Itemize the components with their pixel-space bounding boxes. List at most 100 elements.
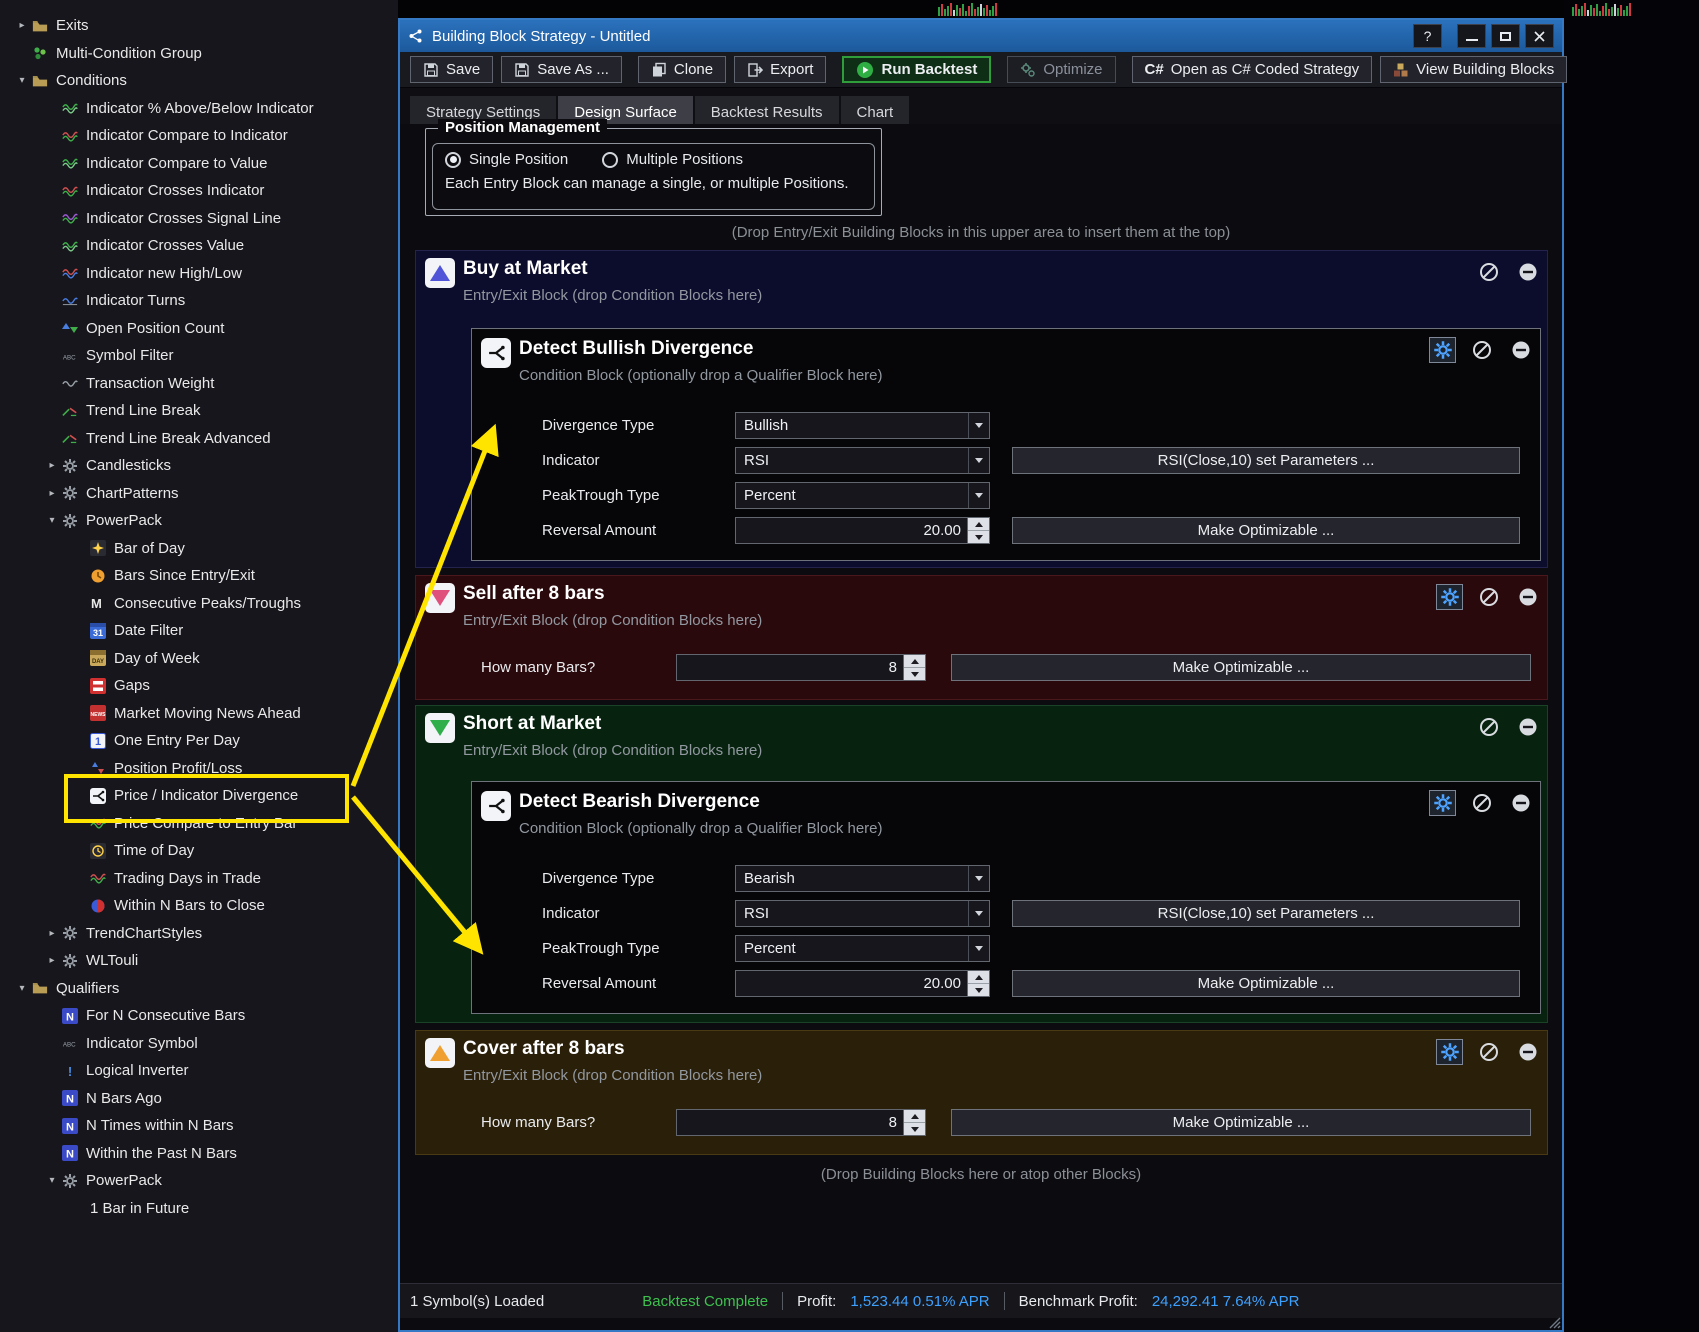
resize-grip[interactable] xyxy=(1548,1316,1561,1329)
spinner[interactable] xyxy=(967,971,989,996)
settings-gear-button[interactable] xyxy=(1436,1039,1463,1065)
remove-condition-button[interactable] xyxy=(1507,790,1534,816)
collapse-arrow-icon[interactable]: ▾ xyxy=(44,515,60,526)
make-optimizable-button[interactable]: Make Optimizable ... xyxy=(951,654,1531,681)
spinner-down-icon[interactable] xyxy=(904,668,925,680)
spinner[interactable] xyxy=(903,655,925,680)
expand-arrow-icon[interactable]: ▸ xyxy=(44,460,60,471)
peaktrough-type-select[interactable]: Percent xyxy=(735,482,990,509)
condition-block-detect-bullish-divergence[interactable]: Detect Bullish Divergence Condition Bloc… xyxy=(471,328,1541,561)
make-optimizable-button[interactable]: Make Optimizable ... xyxy=(951,1109,1531,1136)
tree-item-powerpack[interactable]: ▾PowerPack xyxy=(0,1167,398,1195)
collapse-arrow-icon[interactable]: ▾ xyxy=(14,75,30,86)
spinner-down-icon[interactable] xyxy=(904,1123,925,1135)
spinner-up-icon[interactable] xyxy=(968,971,989,984)
help-button[interactable]: ? xyxy=(1413,24,1442,48)
set-parameters-button[interactable]: RSI(Close,10) set Parameters ... xyxy=(1012,447,1520,474)
divergence-type-select[interactable]: Bullish xyxy=(735,412,990,439)
tree-item-qualifiers[interactable]: ▾Qualifiers xyxy=(0,975,398,1003)
tree-item-day-of-week[interactable]: DAYDay of Week xyxy=(0,645,398,673)
tree-item-wltouli[interactable]: ▸WLTouli xyxy=(0,947,398,975)
settings-gear-button[interactable] xyxy=(1436,584,1463,610)
tree-item-indicator-above-below-indicator[interactable]: Indicator % Above/Below Indicator xyxy=(0,95,398,123)
tree-item-trend-line-break-advanced[interactable]: Trend Line Break Advanced xyxy=(0,425,398,453)
tree-item-1-bar-in-future[interactable]: 1 Bar in Future xyxy=(0,1195,398,1223)
expand-arrow-icon[interactable]: ▸ xyxy=(44,928,60,939)
make-optimizable-button[interactable]: Make Optimizable ... xyxy=(1012,970,1520,997)
spinner[interactable] xyxy=(903,1110,925,1135)
tree-item-symbol-filter[interactable]: ABCSymbol Filter xyxy=(0,342,398,370)
window-titlebar[interactable]: Building Block Strategy - Untitled ? xyxy=(400,20,1562,52)
exit-block-sell-after-8-bars[interactable]: Sell after 8 bars Entry/Exit Block (drop… xyxy=(415,575,1548,700)
multiple-positions-radio[interactable] xyxy=(602,152,618,168)
spinner-up-icon[interactable] xyxy=(968,518,989,531)
reversal-amount-input[interactable]: 20.00 xyxy=(735,970,990,997)
single-position-radio[interactable] xyxy=(445,152,461,168)
save-button[interactable]: Save xyxy=(410,56,493,83)
tree-item-gaps[interactable]: Gaps xyxy=(0,672,398,700)
tree-item-candlesticks[interactable]: ▸Candlesticks xyxy=(0,452,398,480)
tree-item-indicator-new-high-low[interactable]: Indicator new High/Low xyxy=(0,260,398,288)
tree-item-indicator-turns[interactable]: Indicator Turns xyxy=(0,287,398,315)
open-csharp-button[interactable]: C# Open as C# Coded Strategy xyxy=(1132,56,1373,83)
remove-condition-button[interactable] xyxy=(1507,337,1534,363)
expand-arrow-icon[interactable]: ▸ xyxy=(14,20,30,31)
tree-item-price-compare-to-entry-bar[interactable]: Price Compare to Entry Bar xyxy=(0,810,398,838)
tree-item-indicator-crosses-signal-line[interactable]: Indicator Crosses Signal Line xyxy=(0,205,398,233)
expand-arrow-icon[interactable]: ▸ xyxy=(44,955,60,966)
reversal-amount-input[interactable]: 20.00 xyxy=(735,517,990,544)
entry-block-buy-at-market[interactable]: Buy at Market Entry/Exit Block (drop Con… xyxy=(415,250,1548,568)
spinner-up-icon[interactable] xyxy=(904,655,925,668)
bars-count-input[interactable]: 8 xyxy=(676,654,926,681)
tree-item-price-indicator-divergence[interactable]: Price / Indicator Divergence xyxy=(0,782,398,810)
remove-block-button[interactable] xyxy=(1514,714,1541,740)
spinner[interactable] xyxy=(967,518,989,543)
tree-item-powerpack[interactable]: ▾PowerPack xyxy=(0,507,398,535)
settings-gear-button[interactable] xyxy=(1429,790,1456,816)
entry-block-short-at-market[interactable]: Short at Market Entry/Exit Block (drop C… xyxy=(415,705,1548,1023)
tree-item-for-n-consecutive-bars[interactable]: NFor N Consecutive Bars xyxy=(0,1002,398,1030)
tree-item-indicator-crosses-indicator[interactable]: Indicator Crosses Indicator xyxy=(0,177,398,205)
remove-block-button[interactable] xyxy=(1514,259,1541,285)
tree-item-multi-condition-group[interactable]: Multi-Condition Group xyxy=(0,40,398,68)
spinner-down-icon[interactable] xyxy=(968,984,989,996)
tree-item-within-n-bars-to-close[interactable]: Within N Bars to Close xyxy=(0,892,398,920)
disable-block-button[interactable] xyxy=(1475,584,1502,610)
disable-block-button[interactable] xyxy=(1475,259,1502,285)
tree-item-date-filter[interactable]: 31Date Filter xyxy=(0,617,398,645)
tree-item-transaction-weight[interactable]: Transaction Weight xyxy=(0,370,398,398)
tree-item-bars-since-entry-exit[interactable]: Bars Since Entry/Exit xyxy=(0,562,398,590)
make-optimizable-button[interactable]: Make Optimizable ... xyxy=(1012,517,1520,544)
tree-item-trading-days-in-trade[interactable]: Trading Days in Trade xyxy=(0,865,398,893)
tree-item-trendchartstyles[interactable]: ▸TrendChartStyles xyxy=(0,920,398,948)
minimize-button[interactable] xyxy=(1457,24,1486,48)
export-button[interactable]: Export xyxy=(734,56,826,83)
condition-block-detect-bearish-divergence[interactable]: Detect Bearish Divergence Condition Bloc… xyxy=(471,781,1541,1014)
expand-arrow-icon[interactable]: ▸ xyxy=(44,488,60,499)
set-parameters-button[interactable]: RSI(Close,10) set Parameters ... xyxy=(1012,900,1520,927)
optimize-button[interactable]: Optimize xyxy=(1007,56,1115,83)
indicator-select[interactable]: RSI xyxy=(735,447,990,474)
tree-item-logical-inverter[interactable]: !Logical Inverter xyxy=(0,1057,398,1085)
tree-item-conditions[interactable]: ▾Conditions xyxy=(0,67,398,95)
tree-item-n-times-within-n-bars[interactable]: NN Times within N Bars xyxy=(0,1112,398,1140)
settings-gear-button[interactable] xyxy=(1429,337,1456,363)
disable-condition-button[interactable] xyxy=(1468,337,1495,363)
tree-item-trend-line-break[interactable]: Trend Line Break xyxy=(0,397,398,425)
spinner-up-icon[interactable] xyxy=(904,1110,925,1123)
maximize-button[interactable] xyxy=(1491,24,1520,48)
disable-condition-button[interactable] xyxy=(1468,790,1495,816)
tree-item-market-moving-news-ahead[interactable]: NEWSMarket Moving News Ahead xyxy=(0,700,398,728)
tree-item-consecutive-peaks-troughs[interactable]: MConsecutive Peaks/Troughs xyxy=(0,590,398,618)
divergence-type-select[interactable]: Bearish xyxy=(735,865,990,892)
tree-item-chartpatterns[interactable]: ▸ChartPatterns xyxy=(0,480,398,508)
clone-button[interactable]: Clone xyxy=(638,56,726,83)
spinner-down-icon[interactable] xyxy=(968,531,989,543)
tree-item-indicator-compare-to-indicator[interactable]: Indicator Compare to Indicator xyxy=(0,122,398,150)
collapse-arrow-icon[interactable]: ▾ xyxy=(14,983,30,994)
collapse-arrow-icon[interactable]: ▾ xyxy=(44,1175,60,1186)
tree-item-open-position-count[interactable]: Open Position Count xyxy=(0,315,398,343)
tree-item-bar-of-day[interactable]: Bar of Day xyxy=(0,535,398,563)
tree-item-exits[interactable]: ▸Exits xyxy=(0,12,398,40)
tree-item-time-of-day[interactable]: Time of Day xyxy=(0,837,398,865)
